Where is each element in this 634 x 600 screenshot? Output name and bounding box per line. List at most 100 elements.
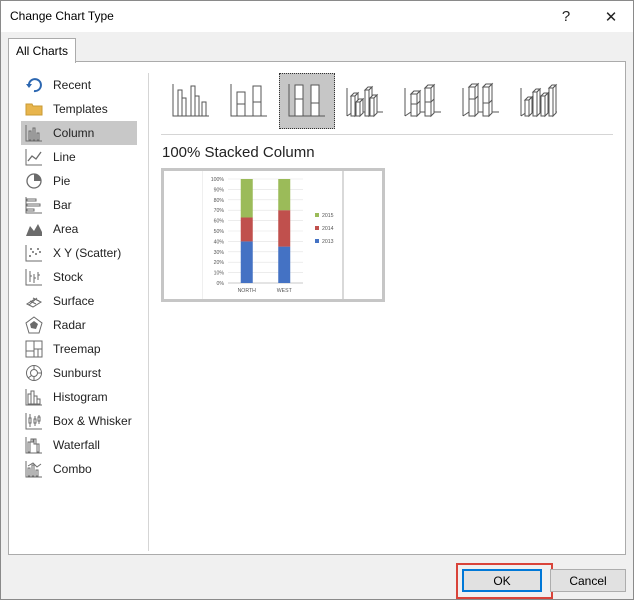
sidebar-item-line[interactable]: Line [21, 145, 137, 169]
y-tick-label: 70% [214, 208, 225, 214]
legend-swatch-2014 [315, 226, 319, 230]
sidebar-item-label: Stock [53, 270, 84, 284]
sidebar-item-label: Histogram [53, 390, 108, 404]
sidebar-item-label: Waterfall [53, 438, 100, 452]
pie-chart-icon [25, 172, 43, 190]
bar-chart-icon [25, 196, 43, 214]
sunburst-chart-icon [25, 364, 43, 382]
histogram-chart-icon [25, 388, 43, 406]
sidebar-item-recent[interactable]: Recent [21, 73, 137, 97]
dialog-footer: OK Cancel [1, 555, 633, 599]
y-tick-label: 90% [214, 187, 225, 193]
sidebar-item-label: Surface [53, 294, 95, 308]
sidebar-item-pie[interactable]: Pie [21, 169, 137, 193]
sidebar-item-label: Treemap [53, 342, 101, 356]
sidebar-item-label: Box & Whisker [53, 414, 132, 428]
y-tick-label: 40% [214, 239, 225, 245]
dialog-title: Change Chart Type [10, 9, 114, 23]
legend-label: 2015 [322, 213, 334, 219]
legend-swatch-2013 [315, 239, 319, 243]
title-bar: Change Chart Type ? ✕ [1, 1, 633, 32]
subtype-clustered-column[interactable] [163, 73, 219, 129]
sidebar-item-x-y-scatter[interactable]: X Y (Scatter) [21, 241, 137, 265]
sidebar-item-column[interactable]: Column [21, 121, 137, 145]
combo-chart-icon [25, 460, 43, 478]
preview-chart-svg: 0% 10% 20% 30% 40% 50% 60% 70% 80% 90% 100% NORTH WE… [211, 177, 334, 294]
sidebar-item-label: Radar [53, 318, 86, 332]
sidebar-item-area[interactable]: Area [21, 217, 137, 241]
sidebar-item-label: Pie [53, 174, 71, 188]
subtype-3d-100-stacked-column[interactable] [453, 73, 509, 129]
subtype-3d-clustered-column[interactable] [337, 73, 393, 129]
chart-subtype-gallery [161, 73, 611, 131]
treemap-chart-icon [25, 340, 43, 358]
sidebar-item-label: Bar [53, 198, 72, 212]
subtype-100-stacked-column[interactable] [279, 73, 335, 129]
y-tick-label: 0% [217, 281, 225, 287]
recent-icon [25, 76, 43, 94]
sidebar-item-radar[interactable]: Radar [21, 313, 137, 337]
radar-chart-icon [25, 316, 43, 334]
bar-segment-west-2015 [278, 179, 291, 211]
chart-preview-canvas: 0% 10% 20% 30% 40% 50% 60% 70% 80% 90% 100% NORTH WE… [202, 171, 344, 299]
sidebar-item-waterfall[interactable]: Waterfall [21, 433, 137, 457]
sidebar-item-stock[interactable]: Stock [21, 265, 137, 289]
sidebar-item-box-whisker[interactable]: Box & Whisker [21, 409, 137, 433]
100-stacked-column-icon [287, 82, 327, 121]
cancel-button[interactable]: Cancel [550, 569, 626, 592]
subtype-3d-column[interactable] [511, 73, 567, 129]
sidebar-item-label: Templates [53, 102, 108, 116]
y-tick-label: 100% [211, 177, 225, 183]
tab-all-charts[interactable]: All Charts [8, 38, 77, 63]
line-chart-icon [25, 148, 43, 166]
sidebar-item-label: Recent [53, 78, 92, 92]
y-tick-label: 80% [214, 198, 225, 204]
y-tick-label: 10% [214, 271, 225, 277]
sidebar-item-sunburst[interactable]: Sunburst [21, 361, 137, 385]
x-category-label: WEST [277, 288, 293, 294]
sidebar-item-histogram[interactable]: Histogram [21, 385, 137, 409]
area-chart-icon [25, 220, 43, 238]
bar-segment-west-2013 [278, 246, 291, 283]
3d-column-icon [519, 82, 559, 121]
subtype-stacked-column[interactable] [221, 73, 277, 129]
chart-preview[interactable]: 0% 10% 20% 30% 40% 50% 60% 70% 80% 90% 100% NORTH WE… [161, 168, 385, 302]
help-button[interactable]: ? [544, 1, 588, 32]
sidebar-item-label: Sunburst [53, 366, 102, 380]
3d-stacked-column-icon [403, 82, 443, 121]
all-charts-panel: Recent Templates Column Line Pie Bar Area X Y (… [8, 61, 626, 555]
subtype-3d-stacked-column[interactable] [395, 73, 451, 129]
templates-folder-icon [25, 100, 43, 118]
surface-chart-icon [25, 292, 43, 310]
3d-clustered-column-icon [345, 82, 385, 121]
bar-segment-north-2014 [240, 217, 253, 242]
stock-chart-icon [25, 268, 43, 286]
sidebar-item-bar[interactable]: Bar [21, 193, 137, 217]
legend-swatch-2015 [315, 213, 319, 217]
close-button[interactable]: ✕ [589, 1, 633, 32]
bar-segment-north-2013 [240, 241, 253, 283]
tab-strip: All Charts [1, 32, 633, 63]
sidebar-item-label: X Y (Scatter) [53, 246, 122, 260]
sidebar-item-treemap[interactable]: Treemap [21, 337, 137, 361]
y-tick-label: 20% [214, 260, 225, 266]
scatter-chart-icon [25, 244, 43, 262]
sidebar-item-combo[interactable]: Combo [21, 457, 137, 481]
column-chart-icon [25, 124, 43, 142]
change-chart-type-dialog: Change Chart Type ? ✕ All Charts Recent T… [0, 0, 634, 600]
x-category-label: NORTH [238, 288, 257, 294]
bar-segment-west-2014 [278, 210, 291, 247]
y-tick-label: 30% [214, 250, 225, 256]
sidebar-item-surface[interactable]: Surface [21, 289, 137, 313]
y-tick-label: 50% [214, 229, 225, 235]
legend-label: 2014 [322, 226, 334, 232]
box-whisker-chart-icon [25, 412, 43, 430]
3d-100-stacked-column-icon [461, 82, 501, 121]
sidebar-item-templates[interactable]: Templates [21, 97, 137, 121]
panel-divider [148, 73, 149, 551]
y-tick-label: 60% [214, 219, 225, 225]
stacked-column-icon [229, 82, 269, 121]
sidebar-item-label: Column [53, 126, 95, 140]
ok-button[interactable]: OK [462, 569, 542, 592]
legend-label: 2013 [322, 239, 334, 245]
